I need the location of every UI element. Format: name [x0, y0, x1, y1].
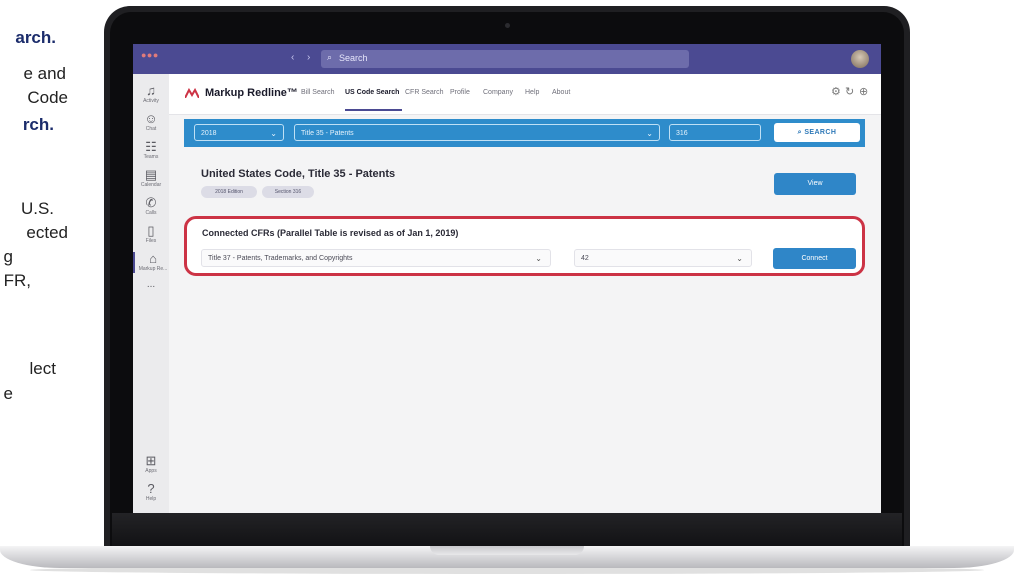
- markup-redline-icon: ⌂: [149, 251, 157, 266]
- rail-item-calls[interactable]: ✆ Calls: [133, 196, 169, 217]
- nav-about[interactable]: About: [552, 89, 570, 96]
- rail-item-calendar[interactable]: ▤ Calendar: [133, 168, 169, 189]
- phone-icon: ✆: [145, 195, 157, 210]
- camera-icon: [505, 23, 510, 28]
- nav-help[interactable]: Help: [525, 89, 539, 96]
- calendar-icon: ▤: [144, 167, 158, 182]
- rail-label: Help: [145, 496, 157, 502]
- rail-label: Calls: [145, 210, 157, 216]
- laptop-notch: [430, 546, 584, 555]
- side-text-line: rch.: [22, 115, 54, 134]
- app-header: Markup Redline™ Bill Search US Code Sear…: [169, 74, 881, 115]
- globe-icon[interactable]: ⊕: [859, 85, 868, 98]
- file-icon: ▯: [147, 223, 155, 238]
- forward-arrow-icon[interactable]: ›: [307, 52, 310, 63]
- screen: ● ● ● ‹ › ⌕ Search ♫ Activity ☺ Chat ☷ Team…: [133, 44, 881, 513]
- side-text-line: lect: [29, 359, 56, 378]
- teams-title-bar: ● ● ● ‹ › ⌕ Search: [133, 44, 881, 74]
- rail-label: Activity: [143, 98, 159, 104]
- chevron-down-icon: ⌄: [270, 129, 277, 138]
- bell-icon: ♫: [146, 83, 156, 98]
- rail-label: Markup Re...: [138, 266, 168, 272]
- nav-cfr-search[interactable]: CFR Search: [405, 89, 444, 96]
- rail-item-more[interactable]: ...: [133, 278, 169, 292]
- cfr-part-value: 42: [581, 255, 589, 262]
- side-text-line: g: [3, 247, 13, 266]
- rail-label: Chat: [145, 126, 157, 132]
- search-band: 2018 ⌄ Title 35 - Patents ⌄ 316 ⌕ SEARCH: [184, 119, 865, 147]
- side-text-line: e and: [23, 64, 66, 83]
- section-chip: Section 316: [262, 186, 314, 198]
- settings-icon[interactable]: ⚙: [831, 85, 841, 98]
- section-input[interactable]: 316: [669, 124, 761, 141]
- teams-app-rail: ♫ Activity ☺ Chat ☷ Teams ▤ Calendar ✆ Calls …: [133, 74, 169, 513]
- nav-bill-search[interactable]: Bill Search: [301, 89, 334, 96]
- edition-chip: 2018 Edition: [201, 186, 257, 198]
- year-select[interactable]: 2018 ⌄: [194, 124, 284, 141]
- connect-button[interactable]: Connect: [773, 248, 856, 269]
- rail-item-apps[interactable]: ⊞ Apps: [133, 454, 169, 475]
- window-controls[interactable]: ● ● ●: [141, 50, 158, 60]
- nav-us-code-search[interactable]: US Code Search: [345, 89, 399, 96]
- help-icon: ?: [147, 481, 155, 496]
- chevron-down-icon: ⌄: [535, 254, 542, 263]
- rail-item-files[interactable]: ▯ Files: [133, 224, 169, 245]
- rail-item-chat[interactable]: ☺ Chat: [133, 112, 169, 133]
- marketing-text: arch. e and Code rch. U.S. ected g FR, l…: [0, 0, 110, 576]
- title-select[interactable]: Title 35 - Patents ⌄: [294, 124, 660, 141]
- app-brand: Markup Redline™: [205, 87, 298, 99]
- rail-item-activity[interactable]: ♫ Activity: [133, 84, 169, 105]
- teams-search-input[interactable]: ⌕ Search: [321, 50, 689, 68]
- side-text-line: ected: [26, 223, 68, 242]
- side-text-line: Code: [27, 88, 68, 107]
- back-arrow-icon[interactable]: ‹: [291, 52, 294, 63]
- cfr-title-select[interactable]: Title 37 - Patents, Trademarks, and Copy…: [201, 249, 551, 267]
- nav-company[interactable]: Company: [483, 89, 513, 96]
- year-value: 2018: [201, 130, 217, 137]
- connected-cfrs-title: Connected CFRs (Parallel Table is revise…: [202, 228, 459, 238]
- rail-label: Files: [145, 238, 157, 244]
- nav-profile[interactable]: Profile: [450, 89, 470, 96]
- markup-redline-logo-icon: [185, 88, 199, 98]
- rail-label: Calendar: [140, 182, 162, 188]
- rail-label: Teams: [143, 154, 159, 160]
- rail-label: Apps: [145, 468, 157, 474]
- side-text-line: FR,: [3, 271, 31, 290]
- search-button[interactable]: ⌕ SEARCH: [774, 123, 860, 142]
- cfr-title-value: Title 37 - Patents, Trademarks, and Copy…: [208, 255, 353, 262]
- apps-icon: ⊞: [145, 453, 157, 468]
- view-button[interactable]: View: [774, 173, 856, 195]
- avatar[interactable]: [851, 50, 869, 68]
- active-tab-indicator: [345, 109, 402, 111]
- refresh-icon[interactable]: ↻: [845, 85, 854, 98]
- chevron-down-icon: ⌄: [736, 254, 743, 263]
- side-text-line: U.S.: [20, 199, 54, 218]
- more-icon: ...: [146, 279, 156, 290]
- side-text-line: e: [3, 384, 13, 403]
- title-value: Title 35 - Patents: [301, 130, 354, 137]
- search-icon: ⌕: [327, 52, 333, 62]
- search-placeholder: Search: [339, 53, 368, 63]
- side-text-line: arch.: [15, 28, 56, 47]
- result-title: United States Code, Title 35 - Patents: [201, 168, 396, 180]
- teams-icon: ☷: [145, 139, 157, 154]
- rail-item-teams[interactable]: ☷ Teams: [133, 140, 169, 161]
- cfr-part-select[interactable]: 42 ⌄: [574, 249, 752, 267]
- chevron-down-icon: ⌄: [646, 129, 653, 138]
- section-value: 316: [676, 130, 688, 137]
- rail-item-markup-redline[interactable]: ⌂ Markup Re...: [133, 252, 171, 273]
- rail-item-help[interactable]: ? Help: [133, 482, 169, 503]
- chat-icon: ☺: [144, 111, 158, 126]
- search-button-label: SEARCH: [804, 129, 837, 136]
